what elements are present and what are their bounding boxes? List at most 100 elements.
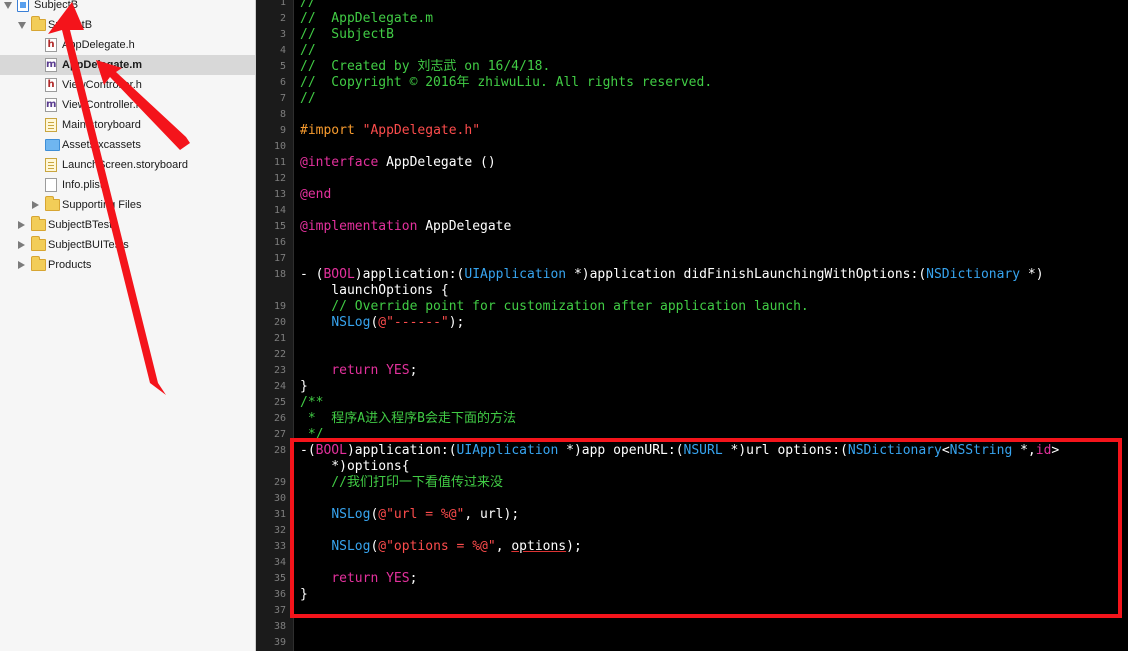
line-number: 6 — [279, 77, 286, 88]
code-token: NSDictionary — [926, 267, 1021, 282]
navigator-item[interactable]: h ViewController.h — [0, 75, 255, 95]
navigator-item-label: LaunchScreen.storyboard — [62, 159, 188, 171]
code-line[interactable]: #import "AppDelegate.h" — [300, 123, 1124, 139]
code-line[interactable] — [300, 107, 1124, 123]
line-number: 20 — [273, 317, 286, 328]
code-line[interactable] — [300, 203, 1124, 219]
code-token: NSString — [949, 443, 1013, 458]
code-token: // AppDelegate.m — [300, 11, 434, 26]
code-token: UIApplication — [456, 443, 559, 458]
code-token: // Created by 刘志武 on 16/4/18. — [300, 59, 551, 74]
disclosure-open-icon[interactable] — [18, 22, 26, 29]
code-token: #import — [300, 123, 363, 138]
code-line[interactable] — [300, 235, 1124, 251]
code-line[interactable]: // — [300, 0, 1124, 11]
code-line[interactable]: @end — [300, 187, 1124, 203]
code-line[interactable] — [300, 251, 1124, 267]
navigator-item[interactable]: m ViewController.m — [0, 95, 255, 115]
navigator-item[interactable]: SubjectBUITests — [0, 235, 255, 255]
disclosure-closed-icon[interactable] — [18, 221, 25, 229]
code-token: )application:( — [346, 443, 457, 458]
navigator-item[interactable]: SubjectB — [0, 15, 255, 35]
code-line[interactable] — [300, 523, 1124, 539]
code-token: // Copyright © 2016年 zhiwuLiu. All right… — [300, 75, 713, 90]
navigator-item[interactable]: Products — [0, 255, 255, 275]
code-line[interactable]: // AppDelegate.m — [300, 11, 1124, 27]
code-line[interactable]: /** — [300, 395, 1124, 411]
line-number: 22 — [273, 349, 286, 360]
code-line[interactable] — [300, 171, 1124, 187]
navigator-item[interactable]: SubjectB — [0, 0, 255, 15]
navigator-item-label: ViewController.h — [62, 79, 142, 91]
code-line[interactable] — [300, 331, 1124, 347]
navigator-item[interactable]: h AppDelegate.h — [0, 35, 255, 55]
code-line[interactable]: NSLog(@"url = %@", url); — [300, 507, 1124, 523]
navigator-item[interactable]: LaunchScreen.storyboard — [0, 155, 255, 175]
navigator-item[interactable]: m AppDelegate.m — [0, 55, 255, 75]
implementation-file-icon: m — [45, 58, 57, 72]
disclosure-closed-icon[interactable] — [32, 201, 39, 209]
code-line[interactable]: * 程序A进入程序B会走下面的方法 — [300, 411, 1124, 427]
code-token: // — [300, 43, 316, 58]
code-line[interactable]: */ — [300, 427, 1124, 443]
code-token: > — [1051, 443, 1060, 458]
code-token: /** — [300, 395, 324, 410]
code-line[interactable] — [300, 603, 1124, 619]
navigator-item[interactable]: Info.plist — [0, 175, 255, 195]
code-line[interactable]: } — [300, 379, 1124, 395]
code-line[interactable]: // Copyright © 2016年 zhiwuLiu. All right… — [300, 75, 1124, 91]
line-number: 17 — [273, 253, 286, 264]
code-line[interactable]: } — [300, 587, 1124, 603]
code-line[interactable]: //我们打印一下看值传过来没 — [300, 475, 1124, 491]
code-line[interactable]: return YES; — [300, 363, 1124, 379]
line-number: 35 — [273, 573, 286, 584]
code-line[interactable]: // Created by 刘志武 on 16/4/18. — [300, 59, 1124, 75]
implementation-file-icon: m — [45, 98, 57, 112]
line-number: 13 — [273, 189, 286, 200]
storyboard-icon — [45, 158, 57, 172]
code-line[interactable]: // Override point for customization afte… — [300, 299, 1124, 315]
code-token: -( — [300, 443, 316, 458]
navigator-item[interactable]: SubjectBTests — [0, 215, 255, 235]
code-line[interactable]: // — [300, 91, 1124, 107]
code-line[interactable]: -(BOOL)application:(UIApplication *)app … — [300, 443, 1124, 459]
code-token: *)application didFinishLaunchingWithOpti… — [566, 267, 927, 282]
disclosure-closed-icon[interactable] — [18, 241, 25, 249]
line-number: 10 — [273, 141, 286, 152]
navigator-item[interactable]: Assets.xcassets — [0, 135, 255, 155]
disclosure-closed-icon[interactable] — [18, 261, 25, 269]
navigator-item-label: SubjectB — [48, 19, 93, 31]
code-line[interactable]: - (BOOL)application:(UIApplication *)app… — [300, 267, 1124, 283]
code-line[interactable] — [300, 347, 1124, 363]
code-line[interactable]: launchOptions { — [300, 283, 1124, 299]
disclosure-open-icon[interactable] — [4, 2, 12, 9]
code-line[interactable] — [300, 491, 1124, 507]
line-number: 36 — [273, 589, 286, 600]
navigator-item[interactable]: Main.storyboard — [0, 115, 255, 135]
code-line[interactable]: @implementation AppDelegate — [300, 219, 1124, 235]
code-line[interactable] — [300, 139, 1124, 155]
line-number: 30 — [273, 493, 286, 504]
code-line[interactable] — [300, 619, 1124, 635]
plist-icon — [45, 178, 57, 192]
code-line[interactable]: // — [300, 43, 1124, 59]
code-token: , url); — [464, 507, 520, 522]
code-line[interactable] — [300, 635, 1124, 651]
code-line[interactable]: // SubjectB — [300, 27, 1124, 43]
navigator-item[interactable]: Supporting Files — [0, 195, 255, 215]
code-line[interactable]: *)options{ — [300, 459, 1124, 475]
source-editor[interactable]: 1 2 3 4 5 6 7 8 9 10 11 12 13 14 15 16 17 18 19 20 21 22 23 24 2… — [256, 0, 1128, 651]
code-token: NSLog — [331, 507, 371, 522]
code-token: // — [300, 91, 316, 106]
code-line[interactable] — [300, 555, 1124, 571]
code-line[interactable]: return YES; — [300, 571, 1124, 587]
project-navigator[interactable]: SubjectB SubjectB h AppDelegate.h m AppDelega… — [0, 0, 256, 651]
code-line[interactable]: @interface AppDelegate () — [300, 155, 1124, 171]
line-number: 8 — [279, 109, 286, 120]
code-line[interactable]: NSLog(@"options = %@", options); — [300, 539, 1124, 555]
navigator-item-label: SubjectBTests — [48, 219, 118, 231]
code-line[interactable]: NSLog(@"------"); — [300, 315, 1124, 331]
line-number: 3 — [279, 29, 286, 40]
